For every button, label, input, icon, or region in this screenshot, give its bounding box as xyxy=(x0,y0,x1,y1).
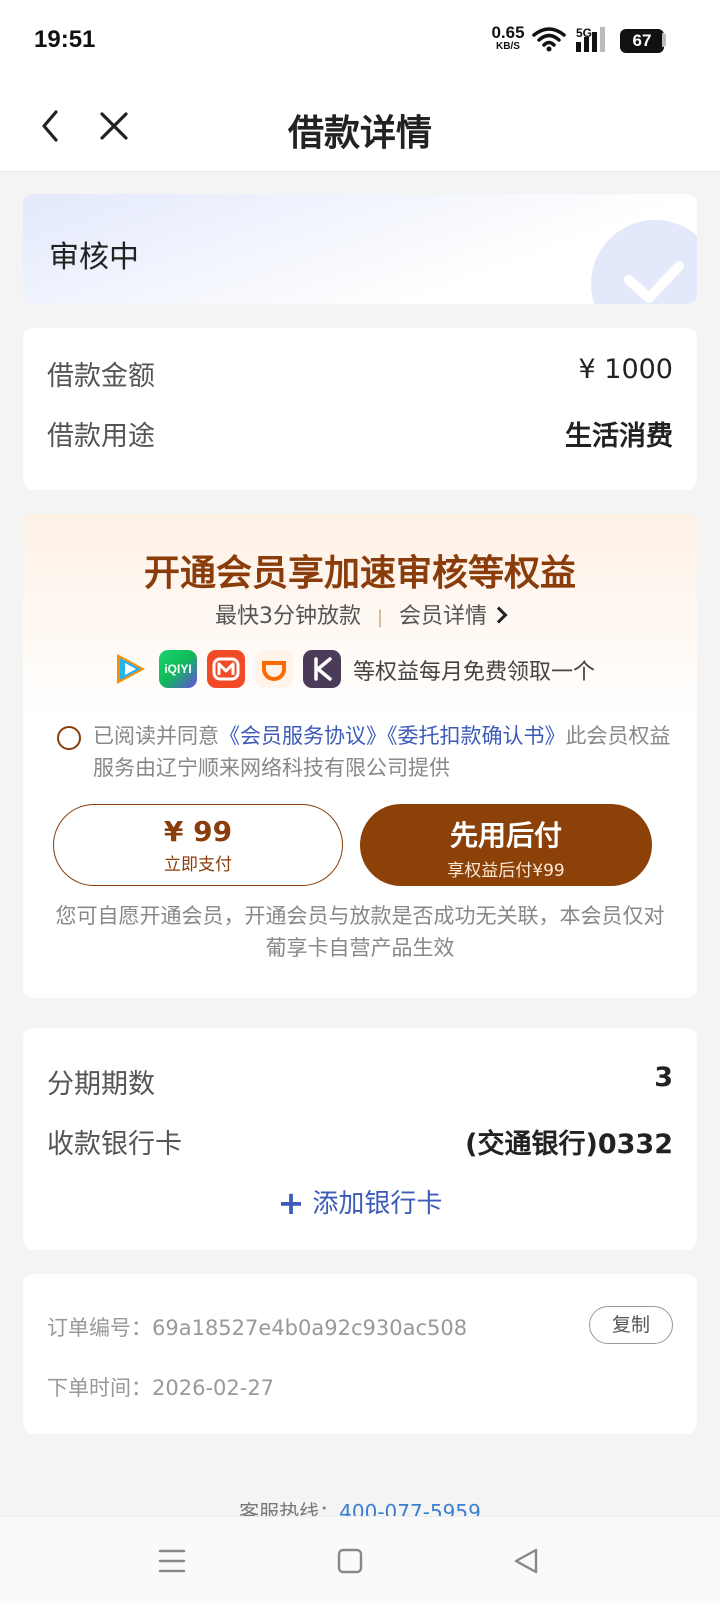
system-navigation-bar xyxy=(0,1516,720,1604)
order-info-card: 订单编号：69a18527e4b0a92c930ac508 复制 下单时间：20… xyxy=(23,1274,697,1434)
wifi-icon xyxy=(532,27,566,52)
pay-now-price: ¥ 99 xyxy=(163,815,233,848)
customer-service-hotline: 客服热线：400-077-5959 xyxy=(0,1496,720,1516)
menu-icon[interactable] xyxy=(158,1547,186,1575)
fast-loan-text: 最快3分钟放款 xyxy=(214,604,361,629)
mango-tv-icon xyxy=(207,650,245,688)
battery-level: 67 xyxy=(632,31,652,50)
member-service-agreement-link[interactable]: 《会员服务协议》 xyxy=(219,724,387,748)
order-time-label: 下单时间： xyxy=(47,1376,152,1400)
order-time-value: 2026-02-27 xyxy=(152,1376,275,1400)
plus-icon: + xyxy=(277,1184,305,1222)
separator: | xyxy=(376,607,384,628)
copy-button[interactable]: 复制 xyxy=(589,1306,673,1344)
home-icon[interactable] xyxy=(336,1547,364,1575)
review-status-card: 审核中 xyxy=(23,194,697,304)
member-details-link[interactable]: 会员详情 xyxy=(399,604,487,629)
installment-card: 分期期数 3 收款银行卡 (交通银行)0332 + 添加银行卡 xyxy=(23,1028,697,1250)
didi-icon xyxy=(255,650,293,688)
order-number-label: 订单编号： xyxy=(47,1316,152,1340)
pay-later-label: 先用后付 xyxy=(449,819,562,852)
bank-card-label: 收款银行卡 xyxy=(47,1129,182,1160)
loan-amount-label: 借款金额 xyxy=(47,361,155,392)
membership-card: 开通会员享加速审核等权益 最快3分钟放款 | 会员详情 iQIYI 等权益每月免费领… xyxy=(23,514,697,998)
membership-title: 开通会员享加速审核等权益 xyxy=(143,553,576,594)
agreement-text: 已阅读并同意《会员服务协议》《委托扣款确认书》此会员权益服务由辽宁顺来网络科技有… xyxy=(93,720,673,784)
add-bank-card-button[interactable]: + 添加银行卡 xyxy=(23,1182,697,1222)
hotline-number[interactable]: 400-077-5959 xyxy=(339,1500,481,1516)
nav-bar: 借款详情 xyxy=(0,80,720,172)
agreement-prefix: 已阅读并同意 xyxy=(93,724,219,748)
agreement-radio[interactable] xyxy=(57,726,81,750)
hotline-label: 客服热线： xyxy=(239,1500,340,1516)
debit-authorization-link[interactable]: 《委托扣款确认书》 xyxy=(387,724,566,748)
benefit-apps-text: 等权益每月免费领取一个 xyxy=(353,660,596,685)
pay-now-label: 立即支付 xyxy=(164,855,232,875)
page-title: 借款详情 xyxy=(287,113,432,154)
periods-label: 分期期数 xyxy=(47,1069,155,1100)
iqiyi-icon: iQIYI xyxy=(159,650,197,688)
order-number-value: 69a18527e4b0a92c930ac508 xyxy=(152,1316,468,1340)
review-status: 审核中 xyxy=(49,240,139,275)
pay-later-button[interactable]: 先用后付 享权益后付¥99 xyxy=(360,804,652,886)
periods-value: 3 xyxy=(654,1062,673,1093)
membership-note: 您可自愿开通会员，开通会员与放款是否成功无关联，本会员仅对葡享卡自营产品生效 xyxy=(55,904,665,960)
tencent-video-icon xyxy=(117,654,145,684)
loan-purpose-label: 借款用途 xyxy=(47,421,155,452)
add-bank-card-label: 添加银行卡 xyxy=(312,1189,443,1219)
chevron-right-icon[interactable] xyxy=(490,606,508,624)
pay-later-sub: 享权益后付¥99 xyxy=(447,861,565,881)
network-speed: 0.65 KB/S xyxy=(491,23,525,52)
loan-info-card: 借款金额 ¥ 1000 借款用途 生活消费 xyxy=(23,328,697,490)
status-time: 19:51 xyxy=(34,26,96,53)
bank-card-value[interactable]: (交通银行)0332 xyxy=(465,1122,673,1161)
pay-now-button[interactable]: ¥ 99 立即支付 xyxy=(53,804,343,886)
order-time: 下单时间：2026-02-27 xyxy=(47,1372,274,1402)
membership-subtitle: 最快3分钟放款 | 会员详情 xyxy=(23,598,697,630)
status-bar: 19:51 0.65 KB/S 5G 67 xyxy=(0,0,720,80)
loan-purpose-value: 生活消费 xyxy=(565,421,673,452)
signal-icon xyxy=(576,27,605,52)
back-triangle-icon[interactable] xyxy=(512,1547,540,1575)
order-number: 订单编号：69a18527e4b0a92c930ac508 xyxy=(47,1312,467,1342)
loan-amount-value: ¥ 1000 xyxy=(578,354,673,385)
check-circle-icon xyxy=(591,220,697,304)
keep-icon xyxy=(303,650,341,688)
